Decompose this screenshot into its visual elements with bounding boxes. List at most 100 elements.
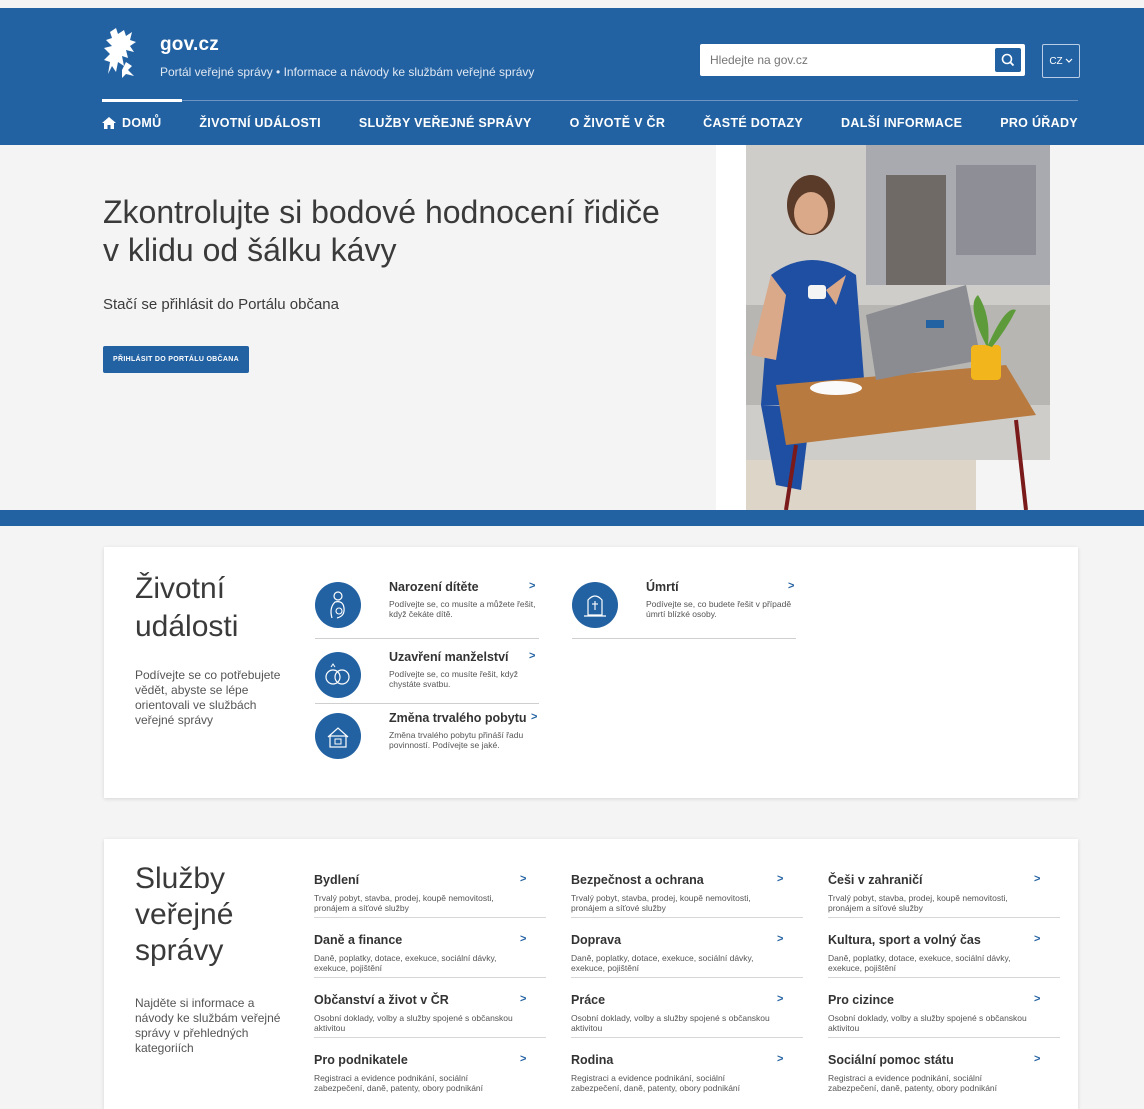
services-description: Najděte si informace a návody ke službám…	[135, 996, 281, 1055]
language-selector[interactable]: CZ	[1042, 44, 1080, 78]
nav-active-indicator	[102, 99, 182, 102]
divider	[572, 638, 796, 639]
czech-lion-logo[interactable]	[102, 26, 144, 80]
services-card: Služby veřejné správy Najděte si informa…	[104, 839, 1078, 1109]
divider	[314, 1037, 546, 1038]
chevron-right-icon: >	[777, 873, 784, 885]
life-event-icon-wrap	[572, 582, 618, 628]
search-box	[700, 44, 1025, 76]
nav-label: O ŽIVOTĚ V ČR	[569, 116, 666, 130]
search-button[interactable]	[995, 48, 1021, 72]
chevron-right-icon: >	[520, 933, 527, 945]
nav-item-more-info[interactable]: DALŠÍ INFORMACE	[841, 116, 962, 130]
chevron-right-icon: >	[777, 993, 784, 1005]
life-event-text: Podívejte se, co musíte a můžete řešit, …	[389, 599, 536, 619]
service-text: Daně, poplatky, dotace, exekuce, sociáln…	[314, 953, 497, 973]
service-text: Daně, poplatky, dotace, exekuce, sociáln…	[571, 953, 754, 973]
citizen-portal-login-button[interactable]: PŘIHLÁSIT DO PORTÁLU OBČANA	[103, 346, 249, 373]
service-text: Osobní doklady, volby a služby spojené s…	[571, 1013, 770, 1033]
service-text: Registraci a evidence podnikání, sociáln…	[571, 1073, 741, 1093]
life-event-icon-wrap	[315, 582, 361, 628]
site-header: gov.cz Portál veřejné správy • Informace…	[0, 8, 1144, 145]
service-title: Rodina	[571, 1053, 614, 1067]
language-label: CZ	[1049, 55, 1063, 67]
service-title: Bezpečnost a ochrana	[571, 873, 704, 887]
chevron-right-icon: >	[531, 711, 538, 723]
nav-divider	[102, 100, 1078, 101]
life-event-title: Narození dítěte	[389, 580, 479, 594]
service-title: Občanství a život v ČR	[314, 993, 449, 1007]
chevron-right-icon: >	[520, 1053, 527, 1065]
site-tagline: Portál veřejné správy • Informace a návo…	[160, 65, 535, 79]
life-events-card: Životní události Podívejte se co potřebu…	[104, 547, 1078, 798]
life-event-icon-wrap	[315, 652, 361, 698]
chevron-right-icon: >	[1034, 873, 1041, 885]
search-input[interactable]	[700, 44, 1000, 76]
life-event-text: Podívejte se, co budete řešit v případě …	[646, 599, 792, 619]
nav-item-life-in-cz[interactable]: O ŽIVOTĚ V ČR	[570, 116, 666, 130]
life-event-title: Uzavření manželství	[389, 650, 509, 664]
service-text: Osobní doklady, volby a služby spojené s…	[828, 1013, 1027, 1033]
nav-item-for-offices[interactable]: PRO ÚŘADY	[1000, 116, 1078, 130]
site-brand[interactable]: gov.cz	[160, 34, 219, 56]
service-title: Pro podnikatele	[314, 1053, 408, 1067]
house-icon	[327, 727, 349, 748]
service-title: Doprava	[571, 933, 622, 947]
chevron-right-icon: >	[1034, 993, 1041, 1005]
nav-item-faq[interactable]: ČASTÉ DOTAZY	[703, 116, 803, 130]
hero-photo-woman-with-coffee	[716, 145, 1050, 510]
nav-item-life-events[interactable]: ŽIVOTNÍ UDÁLOSTI	[199, 116, 320, 130]
nav-label: DOMŮ	[122, 116, 162, 130]
chevron-right-icon: >	[1034, 933, 1041, 945]
service-text: Daně, poplatky, dotace, exekuce, sociáln…	[828, 953, 1011, 973]
divider	[315, 703, 539, 704]
life-event-title: Změna trvalého pobytu	[389, 711, 527, 725]
service-title: Sociální pomoc státu	[828, 1053, 954, 1067]
service-text: Trvalý pobyt, stavba, prodej, koupě nemo…	[571, 893, 751, 913]
life-event-text: Podívejte se, co musíte řešit, když chys…	[389, 669, 518, 689]
divider	[828, 977, 1060, 978]
life-events-description: Podívejte se co potřebujete vědět, abyst…	[135, 668, 281, 727]
home-icon	[102, 117, 116, 129]
service-title: Práce	[571, 993, 606, 1007]
nav-label: PRO ÚŘADY	[1000, 116, 1078, 130]
chevron-right-icon: >	[520, 873, 527, 885]
chevron-right-icon: >	[1034, 1053, 1041, 1065]
nav-item-home[interactable]: DOMŮ	[102, 116, 161, 130]
life-event-icon-wrap	[315, 713, 361, 759]
divider	[314, 917, 546, 918]
service-title: Daně a finance	[314, 933, 403, 947]
service-title: Češi v zahraničí	[828, 873, 923, 887]
search-icon	[1001, 53, 1015, 67]
life-events-title-line1: Životní	[135, 572, 226, 605]
nav-label: ŽIVOTNÍ UDÁLOSTI	[199, 116, 321, 130]
main-nav: DOMŮ ŽIVOTNÍ UDÁLOSTI SLUŽBY VEŘEJNÉ SPR…	[102, 116, 1078, 130]
service-title: Kultura, sport a volný čas	[828, 933, 981, 947]
nav-label: SLUŽBY VEŘEJNÉ SPRÁVY	[358, 116, 532, 130]
services-title-line2: veřejné	[135, 898, 234, 931]
chevron-right-icon: >	[520, 993, 527, 1005]
service-text: Trvalý pobyt, stavba, prodej, koupě nemo…	[828, 893, 1008, 913]
divider	[315, 638, 539, 639]
chevron-right-icon: >	[788, 580, 795, 592]
baby-icon	[330, 591, 345, 619]
chevron-down-icon	[1065, 58, 1073, 63]
hero-subtitle: Stačí se přihlásit do Portálu občana	[103, 296, 339, 313]
chevron-right-icon: >	[529, 650, 536, 662]
chevron-right-icon: >	[529, 580, 536, 592]
life-events-title-line2: události	[135, 610, 239, 643]
service-title: Pro cizince	[828, 993, 894, 1007]
divider	[571, 1037, 803, 1038]
services-title-line1: Služby	[135, 862, 226, 895]
chevron-right-icon: >	[777, 1053, 784, 1065]
service-text: Registraci a evidence podnikání, sociáln…	[314, 1073, 484, 1093]
divider	[571, 917, 803, 918]
services-title-line3: správy	[135, 934, 224, 967]
hero-bottom-band	[0, 510, 1144, 526]
life-event-title: Úmrtí	[646, 580, 679, 594]
service-text: Registraci a evidence podnikání, sociáln…	[828, 1073, 998, 1093]
divider	[571, 977, 803, 978]
divider	[828, 917, 1060, 918]
nav-label: ČASTÉ DOTAZY	[703, 116, 804, 130]
nav-item-services[interactable]: SLUŽBY VEŘEJNÉ SPRÁVY	[359, 116, 532, 130]
